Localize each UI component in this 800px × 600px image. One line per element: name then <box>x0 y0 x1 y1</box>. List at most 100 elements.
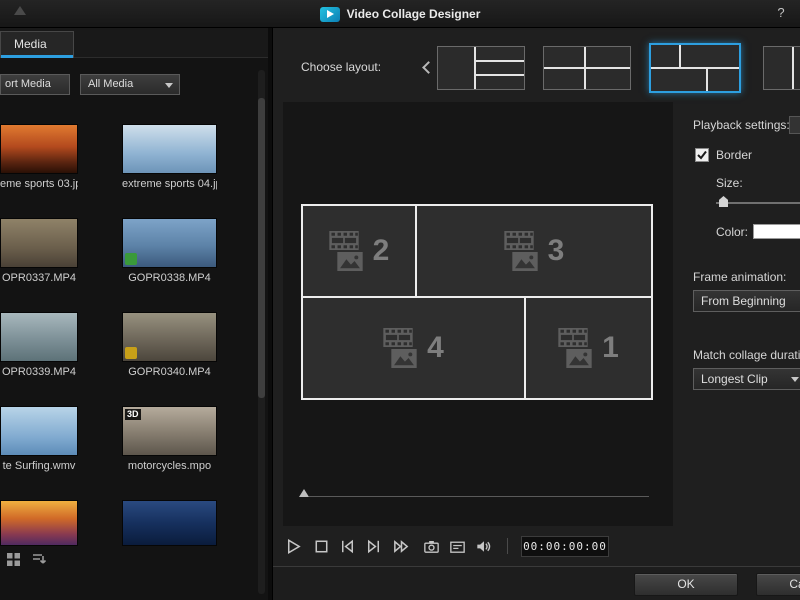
size-label: Size: <box>716 176 743 190</box>
collage-cell-1[interactable]: 1 <box>526 298 651 398</box>
media-thumbnail[interactable] <box>122 500 217 546</box>
media-thumbnail[interactable] <box>122 312 217 362</box>
media-item-label: eme sports 03.jpg <box>0 178 78 190</box>
media-item-label: motorcycles.mpo <box>122 460 217 472</box>
collage-cell-3[interactable]: 3 <box>417 206 651 296</box>
media-item[interactable]: OPR0337.MP4 <box>0 218 78 284</box>
library-view-controls <box>6 552 47 567</box>
previous-frame-button[interactable] <box>335 534 359 558</box>
filmstrip-icon <box>558 328 588 347</box>
timecode-display: 00:00:00:00 <box>521 536 609 557</box>
photo-icon <box>566 349 592 368</box>
volume-button[interactable] <box>471 534 495 558</box>
media-scrollbar[interactable] <box>258 70 265 594</box>
collage-cell-4[interactable]: 4 <box>303 298 524 398</box>
scrollbar-thumb[interactable] <box>258 98 265 398</box>
media-thumbnail[interactable] <box>0 500 78 546</box>
transport-separator <box>507 538 508 554</box>
placeholder-icons <box>383 328 417 368</box>
media-thumbnail[interactable]: 3D <box>122 406 217 456</box>
dialog-footer: OK Cancel <box>273 566 800 600</box>
media-thumbnail[interactable] <box>0 218 78 268</box>
timeline-scrubber-track[interactable] <box>309 496 649 497</box>
border-checkbox[interactable] <box>695 148 709 162</box>
cell-number: 1 <box>602 331 619 365</box>
media-item[interactable]: 3D motorcycles.mpo <box>122 406 217 472</box>
media-item[interactable] <box>0 500 78 546</box>
title-group: Video Collage Designer <box>0 0 800 28</box>
media-item-label: GOPR0338.MP4 <box>122 272 217 284</box>
media-thumbnail[interactable] <box>0 406 78 456</box>
3d-badge: 3D <box>125 409 141 420</box>
chevron-left-icon <box>422 61 435 74</box>
match-duration-dropdown[interactable]: Longest Clip <box>693 368 800 390</box>
collage-preview-area: 2 3 4 <box>283 102 673 526</box>
filmstrip-icon <box>504 231 534 250</box>
cancel-button[interactable]: Cancel <box>756 573 800 596</box>
tab-media[interactable]: Media <box>0 31 74 58</box>
media-item[interactable]: GOPR0338.MP4 <box>122 218 217 284</box>
ok-button[interactable]: OK <box>634 573 738 596</box>
frame-animation-value: From Beginning <box>701 294 786 308</box>
media-thumbnail[interactable] <box>122 218 217 268</box>
timeline-scrubber-handle[interactable] <box>299 489 309 497</box>
settings-sidebar: Playback settings: Border Size: Color: F… <box>689 28 800 528</box>
border-color-swatch[interactable] <box>753 224 800 239</box>
media-item[interactable]: GOPR0340.MP4 <box>122 312 217 378</box>
snapshot-button[interactable] <box>419 534 443 558</box>
layout-template-2[interactable] <box>543 46 631 90</box>
fast-forward-button[interactable] <box>389 534 413 558</box>
placeholder-icons <box>558 328 592 368</box>
collage-canvas: 2 3 4 <box>301 204 653 400</box>
choose-layout-label: Choose layout: <box>301 60 381 74</box>
media-item[interactable]: OPR0339.MP4 <box>0 312 78 378</box>
cell-number: 3 <box>548 234 565 268</box>
check-icon <box>696 149 708 161</box>
playback-settings-control[interactable] <box>789 116 800 134</box>
media-item[interactable]: te Surfing.wmv <box>0 406 78 472</box>
transport-bar: 00:00:00:00 <box>273 532 800 566</box>
play-button[interactable] <box>281 534 305 558</box>
media-item-label: OPR0337.MP4 <box>0 272 78 284</box>
filmstrip-icon <box>329 231 359 250</box>
placeholder-icons <box>329 231 363 271</box>
border-size-slider-handle[interactable] <box>719 196 728 207</box>
color-label: Color: <box>716 225 748 239</box>
thumbnail-view-icon[interactable] <box>6 552 21 567</box>
media-item-label: te Surfing.wmv <box>0 460 78 472</box>
cell-number: 4 <box>427 331 444 365</box>
media-item-label: GOPR0340.MP4 <box>122 366 217 378</box>
preview-quality-button[interactable] <box>445 534 469 558</box>
photo-icon <box>391 349 417 368</box>
import-media-button[interactable]: ort Media <box>0 74 70 95</box>
titlebar: Video Collage Designer ? <box>0 0 800 28</box>
media-item[interactable]: eme sports 03.jpg <box>0 124 78 190</box>
media-item[interactable]: extreme sports 04.jpg <box>122 124 217 190</box>
stop-button[interactable] <box>309 534 333 558</box>
download-status-icon <box>125 253 137 265</box>
layout-template-1[interactable] <box>437 46 525 90</box>
media-thumbnail[interactable] <box>0 312 78 362</box>
media-item[interactable] <box>122 500 217 546</box>
media-filter-value: All Media <box>88 78 133 90</box>
media-item-label: OPR0339.MP4 <box>0 366 78 378</box>
chevron-down-icon <box>791 377 799 382</box>
media-library-panel: Media ort Media All Media eme sports 03.… <box>0 28 268 600</box>
media-thumbnail[interactable] <box>0 124 78 174</box>
frame-animation-dropdown[interactable]: From Beginning <box>693 290 800 312</box>
border-size-slider-track[interactable] <box>716 202 800 204</box>
collage-cell-2[interactable]: 2 <box>303 206 415 296</box>
photo-icon <box>337 252 363 271</box>
frame-animation-label: Frame animation: <box>693 270 786 284</box>
media-filter-dropdown[interactable]: All Media <box>80 74 180 95</box>
media-thumbnail[interactable] <box>122 124 217 174</box>
chevron-down-icon <box>165 83 173 88</box>
match-duration-label: Match collage duration: <box>693 348 800 362</box>
next-frame-button[interactable] <box>361 534 385 558</box>
help-button[interactable]: ? <box>772 5 790 20</box>
media-item-label: extreme sports 04.jpg <box>122 178 217 190</box>
layout-scroll-left-button[interactable] <box>419 52 437 82</box>
file-status-icon <box>125 347 137 359</box>
sort-order-icon[interactable] <box>31 552 47 567</box>
match-duration-value: Longest Clip <box>701 372 768 386</box>
